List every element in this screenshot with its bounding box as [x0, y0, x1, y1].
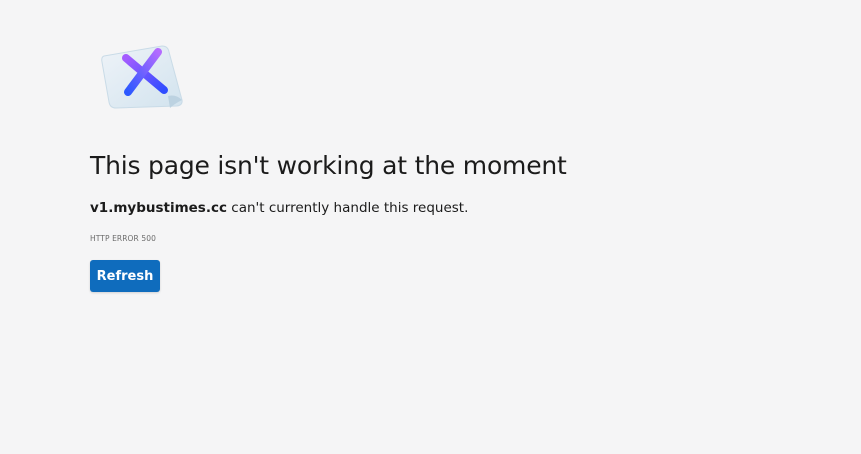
page-title: This page isn't working at the moment: [90, 151, 567, 180]
error-x-icon: [98, 42, 186, 112]
error-message-text: can't currently handle this request.: [226, 200, 469, 216]
refresh-button[interactable]: Refresh: [90, 260, 160, 292]
error-code: HTTP ERROR 500: [90, 234, 156, 243]
error-message: v1.mybustimes.cc can't currently handle …: [90, 199, 468, 217]
host-name: v1.mybustimes.cc: [90, 200, 227, 216]
error-page: This page isn't working at the moment v1…: [0, 0, 861, 454]
